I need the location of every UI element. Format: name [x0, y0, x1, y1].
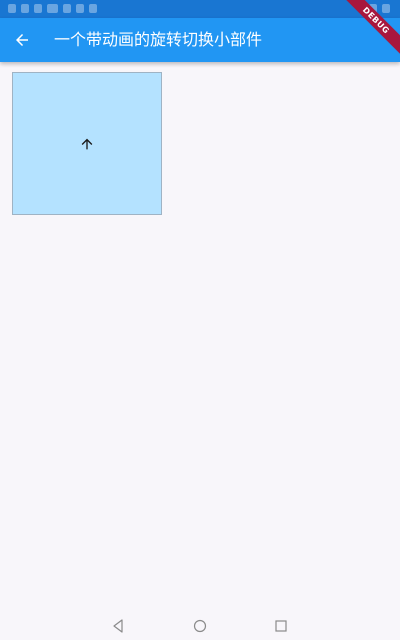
notification-icon — [34, 4, 42, 13]
status-bar — [0, 0, 400, 18]
notification-icon — [63, 4, 71, 13]
notification-icon — [21, 4, 29, 13]
status-left-icons — [8, 4, 97, 13]
back-button[interactable] — [6, 24, 38, 56]
nav-home-icon[interactable] — [192, 618, 208, 634]
notification-icon — [89, 4, 97, 13]
nav-recents-icon[interactable] — [273, 618, 289, 634]
notification-icon — [8, 4, 16, 13]
arrow-back-icon — [16, 34, 28, 46]
notification-icon — [76, 4, 84, 13]
arrow-upward-icon — [81, 138, 93, 149]
signal-icon — [382, 4, 390, 13]
wifi-icon — [47, 4, 58, 13]
app-bar: 一个带动画的旋转切换小部件 — [0, 18, 400, 62]
nav-back-icon[interactable] — [110, 618, 126, 634]
animated-switcher[interactable] — [12, 72, 162, 215]
system-nav-bar — [0, 612, 400, 640]
app-screen: 一个带动画的旋转切换小部件 DEBUG — [0, 0, 400, 640]
page-title: 一个带动画的旋转切换小部件 — [54, 30, 263, 49]
